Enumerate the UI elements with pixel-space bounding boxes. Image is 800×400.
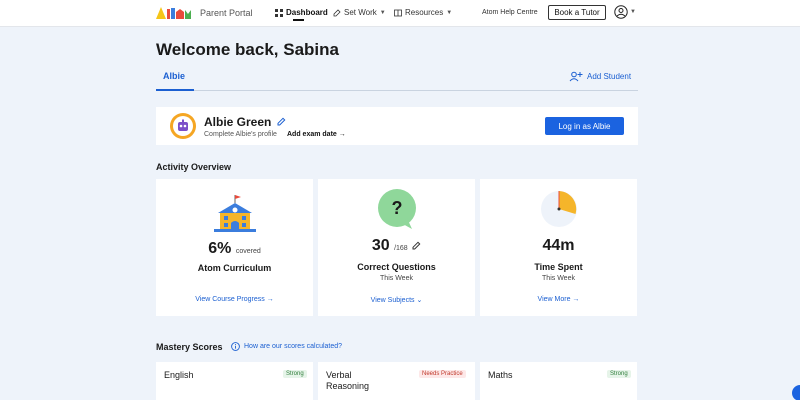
help-centre-link[interactable]: Atom Help Centre <box>482 9 538 16</box>
time-period: This Week <box>542 275 575 282</box>
info-icon <box>231 342 240 351</box>
nav-resources[interactable]: Resources ▼ <box>394 8 452 17</box>
svg-text:?: ? <box>391 198 402 218</box>
view-more-link[interactable]: View More → <box>480 296 637 303</box>
book-icon <box>394 9 402 16</box>
tab-divider <box>156 90 638 91</box>
time-label: Time Spent <box>534 262 583 272</box>
nav-dashboard[interactable]: Dashboard <box>275 8 328 17</box>
questions-period: This Week <box>380 275 413 282</box>
activity-overview-title: Activity Overview <box>156 162 232 172</box>
status-badge: Strong <box>283 370 307 378</box>
questions-total: /168 <box>394 245 408 252</box>
questions-value: 30 <box>371 237 390 254</box>
nav-set-work[interactable]: Set Work ▼ <box>333 8 386 17</box>
grid-icon <box>275 8 283 17</box>
curriculum-card: 6% covered Atom Curriculum View Course P… <box>156 179 313 316</box>
nav-resources-label: Resources <box>405 8 444 17</box>
tab-active-indicator <box>156 89 194 91</box>
mastery-card-verbal-reasoning[interactable]: Verbal Reasoning Needs Practice <box>318 362 475 400</box>
chat-launcher-button[interactable] <box>792 385 800 400</box>
student-name: Albie Green <box>204 115 272 129</box>
account-menu[interactable]: ▼ <box>614 5 636 19</box>
chevron-down-icon: ▼ <box>379 9 386 16</box>
add-user-icon <box>569 71 583 82</box>
curriculum-value: 6% <box>208 240 232 257</box>
question-bubble-icon: ? <box>377 189 416 229</box>
mastery-card-maths[interactable]: Maths Strong <box>480 362 637 400</box>
nav-dashboard-label: Dashboard <box>286 8 328 17</box>
nav-set-work-label: Set Work <box>344 8 377 17</box>
book-tutor-button[interactable]: Book a Tutor <box>548 5 606 20</box>
user-icon <box>614 5 628 19</box>
view-course-progress-link[interactable]: View Course Progress → <box>156 296 313 303</box>
school-icon <box>213 195 256 232</box>
curriculum-stat: 6% covered <box>156 240 313 258</box>
top-nav: Parent Portal Dashboard Set Work ▼ Resou… <box>0 0 800 27</box>
questions-label: Correct Questions <box>357 262 436 272</box>
nav-active-indicator <box>293 19 304 21</box>
questions-card: ? 30 /168 Correct Questions This Week Vi… <box>318 179 475 316</box>
mastery-card-english[interactable]: English Strong <box>156 362 313 400</box>
login-as-student-button[interactable]: Log in as Albie <box>545 117 624 135</box>
status-badge: Needs Practice <box>419 370 466 378</box>
student-profile-card: Albie Green Complete Albie's profile Add… <box>156 107 638 145</box>
scores-info-label: How are our scores calculated? <box>244 343 343 350</box>
subject-name: Verbal Reasoning <box>326 370 370 391</box>
mastery-scores-title: Mastery Scores <box>156 342 223 352</box>
add-student-button[interactable]: Add Student <box>569 71 631 82</box>
curriculum-label: Atom Curriculum <box>197 263 272 273</box>
complete-profile-text: Complete Albie's profile <box>204 131 277 138</box>
robot-icon <box>178 119 188 131</box>
status-badge: Strong <box>607 370 631 378</box>
time-card: 44m Time Spent This Week View More → <box>480 179 637 316</box>
chevron-down-icon: ▼ <box>630 9 636 15</box>
avatar <box>170 113 196 139</box>
edit-icon <box>333 8 341 16</box>
page-title: Welcome back, Sabina <box>156 40 339 59</box>
pencil-icon[interactable] <box>412 241 421 250</box>
subject-name: English <box>164 370 194 380</box>
add-student-label: Add Student <box>587 72 632 81</box>
portal-label: Parent Portal <box>200 8 253 18</box>
subject-name: Maths <box>488 370 513 380</box>
tab-albie[interactable]: Albie <box>163 71 185 81</box>
atom-logo[interactable] <box>156 6 196 20</box>
chevron-down-icon: ▼ <box>446 9 453 16</box>
curriculum-unit: covered <box>235 248 261 255</box>
add-exam-date-link[interactable]: Add exam date → <box>287 131 346 138</box>
scores-info-link[interactable]: How are our scores calculated? <box>231 342 342 351</box>
pie-timer-icon <box>540 191 577 227</box>
time-stat: 44m <box>542 237 575 254</box>
view-subjects-link[interactable]: View Subjects ⌄ <box>318 296 475 304</box>
pencil-icon[interactable] <box>277 117 286 126</box>
questions-stat: 30 /168 <box>318 237 475 255</box>
